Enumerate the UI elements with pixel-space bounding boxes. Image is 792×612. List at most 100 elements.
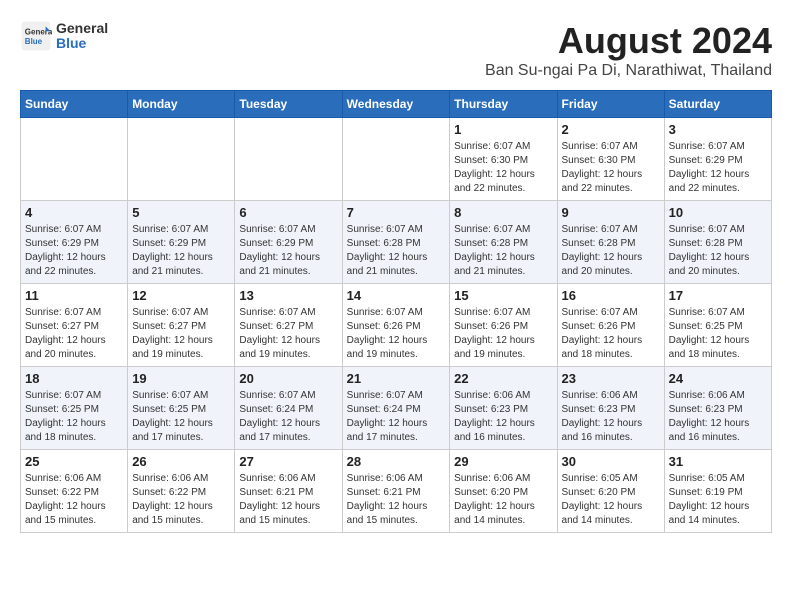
day-info: Sunrise: 6:07 AMSunset: 6:28 PMDaylight:… [562,223,660,279]
day-number: 7 [347,205,446,220]
day-info: Sunrise: 6:07 AMSunset: 6:25 PMDaylight:… [669,306,767,362]
day-number: 28 [347,454,446,469]
calendar-cell: 5 Sunrise: 6:07 AMSunset: 6:29 PMDaylight… [128,201,235,284]
day-number: 9 [562,205,660,220]
calendar-cell: 19 Sunrise: 6:07 AMSunset: 6:25 PMDayligh… [128,367,235,450]
day-info: Sunrise: 6:07 AMSunset: 6:29 PMDaylight:… [239,223,337,279]
day-number: 17 [669,288,767,303]
day-number: 10 [669,205,767,220]
month-title: August 2024 [485,20,772,62]
calendar-cell: 12 Sunrise: 6:07 AMSunset: 6:27 PMDayligh… [128,284,235,367]
day-number: 5 [132,205,230,220]
day-number: 19 [132,371,230,386]
day-header-sunday: Sunday [21,91,128,118]
location-title: Ban Su-ngai Pa Di, Narathiwat, Thailand [485,62,772,80]
calendar-table: SundayMondayTuesdayWednesdayThursdayFrid… [20,90,772,533]
calendar-header-row: SundayMondayTuesdayWednesdayThursdayFrid… [21,91,772,118]
day-number: 21 [347,371,446,386]
day-header-saturday: Saturday [664,91,771,118]
calendar-cell: 6Sunrise: 6:07 AMSunset: 6:29 PMDaylight… [235,201,342,284]
day-header-thursday: Thursday [450,91,557,118]
day-info: Sunrise: 6:07 AMSunset: 6:27 PMDaylight:… [132,306,230,362]
calendar-cell: 3 Sunrise: 6:07 AMSunset: 6:29 PMDaylight… [664,118,771,201]
calendar-week-row: 18 Sunrise: 6:07 AMSunset: 6:25 PMDayligh… [21,367,772,450]
day-number: 4 [25,205,123,220]
day-info: Sunrise: 6:05 AMSunset: 6:19 PMDaylight:… [669,472,767,528]
calendar-cell: 14Sunrise: 6:07 AMSunset: 6:26 PMDayligh… [342,284,450,367]
calendar-cell: 11 Sunrise: 6:07 AMSunset: 6:27 PMDayligh… [21,284,128,367]
calendar-cell [21,118,128,201]
day-number: 3 [669,122,767,137]
logo: General Blue General Blue [20,20,108,52]
day-number: 30 [562,454,660,469]
calendar-cell: 4 Sunrise: 6:07 AMSunset: 6:29 PMDaylight… [21,201,128,284]
day-info: Sunrise: 6:06 AMSunset: 6:23 PMDaylight:… [669,389,767,445]
day-info: Sunrise: 6:06 AMSunset: 6:22 PMDaylight:… [25,472,123,528]
calendar-cell: 29 Sunrise: 6:06 AMSunset: 6:20 PMDayligh… [450,450,557,533]
day-info: Sunrise: 6:06 AMSunset: 6:20 PMDaylight:… [454,472,552,528]
day-header-monday: Monday [128,91,235,118]
day-header-friday: Friday [557,91,664,118]
day-info: Sunrise: 6:07 AMSunset: 6:29 PMDaylight:… [132,223,230,279]
svg-text:Blue: Blue [25,37,43,46]
calendar-cell: 17 Sunrise: 6:07 AMSunset: 6:25 PMDayligh… [664,284,771,367]
day-info: Sunrise: 6:07 AMSunset: 6:30 PMDaylight:… [562,140,660,196]
calendar-week-row: 1Sunrise: 6:07 AMSunset: 6:30 PMDaylight… [21,118,772,201]
day-info: Sunrise: 6:07 AMSunset: 6:28 PMDaylight:… [454,223,552,279]
day-number: 29 [454,454,552,469]
day-number: 2 [562,122,660,137]
day-info: Sunrise: 6:07 AMSunset: 6:28 PMDaylight:… [347,223,446,279]
calendar-cell: 21 Sunrise: 6:07 AMSunset: 6:24 PMDayligh… [342,367,450,450]
day-info: Sunrise: 6:07 AMSunset: 6:28 PMDaylight:… [669,223,767,279]
day-number: 20 [239,371,337,386]
day-number: 31 [669,454,767,469]
day-header-wednesday: Wednesday [342,91,450,118]
day-info: Sunrise: 6:07 AMSunset: 6:29 PMDaylight:… [669,140,767,196]
calendar-cell: 10 Sunrise: 6:07 AMSunset: 6:28 PMDayligh… [664,201,771,284]
logo-text: General Blue [56,21,108,52]
day-info: Sunrise: 6:06 AMSunset: 6:23 PMDaylight:… [454,389,552,445]
day-number: 8 [454,205,552,220]
day-info: Sunrise: 6:07 AMSunset: 6:25 PMDaylight:… [25,389,123,445]
day-info: Sunrise: 6:07 AMSunset: 6:25 PMDaylight:… [132,389,230,445]
calendar-cell: 28Sunrise: 6:06 AMSunset: 6:21 PMDayligh… [342,450,450,533]
calendar-cell: 23Sunrise: 6:06 AMSunset: 6:23 PMDayligh… [557,367,664,450]
calendar-cell: 30Sunrise: 6:05 AMSunset: 6:20 PMDayligh… [557,450,664,533]
title-area: August 2024 Ban Su-ngai Pa Di, Narathiwa… [485,20,772,80]
day-number: 16 [562,288,660,303]
calendar-cell: 25 Sunrise: 6:06 AMSunset: 6:22 PMDayligh… [21,450,128,533]
day-info: Sunrise: 6:07 AMSunset: 6:26 PMDaylight:… [562,306,660,362]
day-number: 27 [239,454,337,469]
calendar-cell [128,118,235,201]
calendar-cell [342,118,450,201]
calendar-cell [235,118,342,201]
day-number: 15 [454,288,552,303]
day-info: Sunrise: 6:07 AMSunset: 6:30 PMDaylight:… [454,140,552,196]
calendar-week-row: 4 Sunrise: 6:07 AMSunset: 6:29 PMDaylight… [21,201,772,284]
calendar-cell: 24 Sunrise: 6:06 AMSunset: 6:23 PMDayligh… [664,367,771,450]
day-info: Sunrise: 6:07 AMSunset: 6:24 PMDaylight:… [347,389,446,445]
day-info: Sunrise: 6:07 AMSunset: 6:26 PMDaylight:… [347,306,446,362]
calendar-cell: 8 Sunrise: 6:07 AMSunset: 6:28 PMDaylight… [450,201,557,284]
calendar-week-row: 11 Sunrise: 6:07 AMSunset: 6:27 PMDayligh… [21,284,772,367]
day-info: Sunrise: 6:07 AMSunset: 6:27 PMDaylight:… [239,306,337,362]
day-info: Sunrise: 6:07 AMSunset: 6:29 PMDaylight:… [25,223,123,279]
day-info: Sunrise: 6:07 AMSunset: 6:27 PMDaylight:… [25,306,123,362]
day-number: 25 [25,454,123,469]
day-number: 26 [132,454,230,469]
day-number: 24 [669,371,767,386]
calendar-cell: 7 Sunrise: 6:07 AMSunset: 6:28 PMDaylight… [342,201,450,284]
day-number: 12 [132,288,230,303]
calendar-cell: 16 Sunrise: 6:07 AMSunset: 6:26 PMDayligh… [557,284,664,367]
day-info: Sunrise: 6:06 AMSunset: 6:21 PMDaylight:… [239,472,337,528]
logo-general-text: General [56,21,108,36]
logo-blue-text: Blue [56,36,108,51]
day-number: 11 [25,288,123,303]
logo-icon: General Blue [20,20,52,52]
calendar-week-row: 25 Sunrise: 6:06 AMSunset: 6:22 PMDayligh… [21,450,772,533]
calendar-cell: 31 Sunrise: 6:05 AMSunset: 6:19 PMDayligh… [664,450,771,533]
day-number: 18 [25,371,123,386]
calendar-cell: 27 Sunrise: 6:06 AMSunset: 6:21 PMDayligh… [235,450,342,533]
day-info: Sunrise: 6:06 AMSunset: 6:22 PMDaylight:… [132,472,230,528]
calendar-cell: 18 Sunrise: 6:07 AMSunset: 6:25 PMDayligh… [21,367,128,450]
